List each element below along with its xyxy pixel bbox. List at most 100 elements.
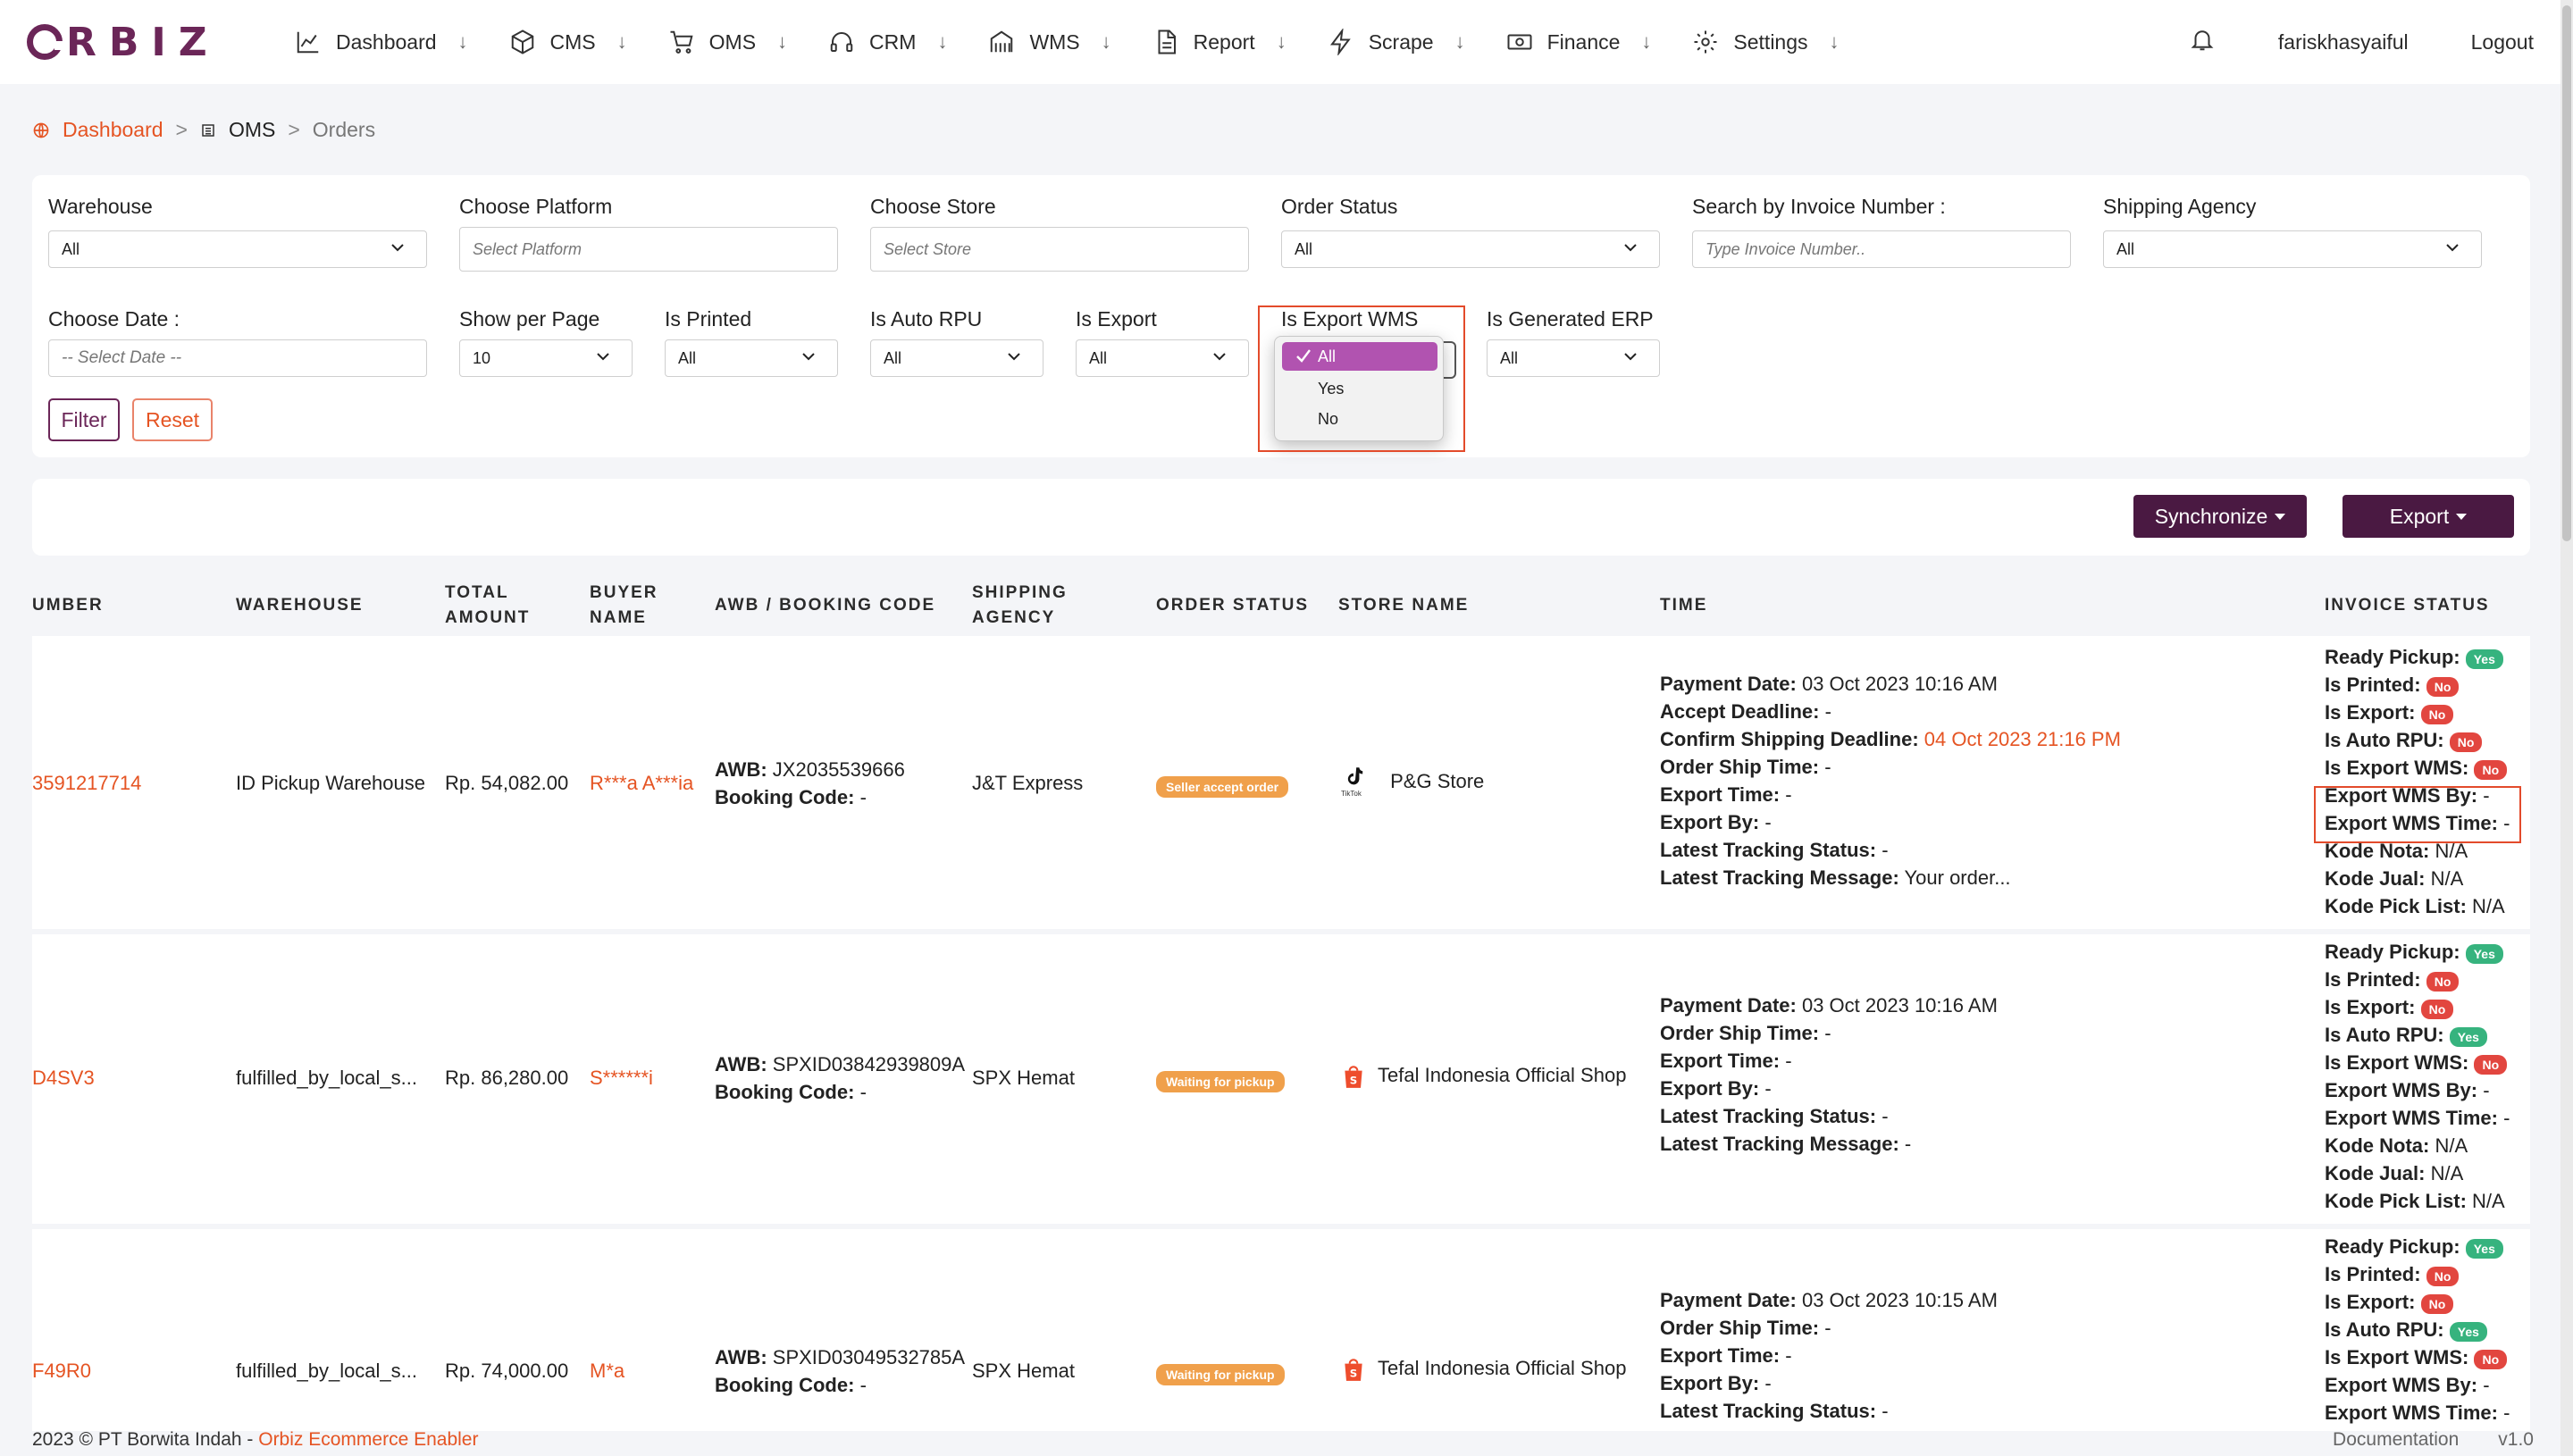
is-generated-erp-label: Is Generated ERP: [1487, 307, 1654, 331]
username[interactable]: fariskhasyaiful: [2278, 30, 2409, 54]
orbiz-logo[interactable]: RBIZ: [27, 20, 220, 65]
caret-down-icon: [2275, 513, 2286, 520]
order-status-label: Order Status: [1281, 195, 1398, 218]
total-amount-cell: Rp. 54,082.00: [445, 772, 569, 794]
awb-cell: AWB: SPXID03049532785A Booking Code: -: [715, 1346, 966, 1396]
is-generated-erp-select[interactable]: All: [1487, 339, 1660, 377]
nav-settings[interactable]: Settings ↓: [1692, 29, 1840, 55]
caret-down-icon: [2456, 513, 2468, 520]
col-buyer-name[interactable]: BUYER NAME: [590, 581, 658, 631]
nav-crm[interactable]: CRM ↓: [828, 29, 947, 55]
is-export-select[interactable]: All: [1076, 339, 1249, 377]
shipping-agency-cell: SPX Hemat: [972, 1360, 1075, 1382]
nav-report[interactable]: Report ↓: [1152, 29, 1286, 55]
logo-o-icon: [27, 24, 63, 60]
globe-icon: [33, 122, 49, 138]
buyer-name-cell[interactable]: R***a A***ia: [590, 772, 693, 795]
invoice-highlight-box: [2314, 786, 2521, 843]
buyer-name-cell[interactable]: S******i: [590, 1067, 653, 1090]
col-time[interactable]: TIME: [1660, 593, 1707, 618]
status-badge: Seller accept order: [1156, 774, 1289, 798]
breadcrumb: Dashboard > OMS > Orders: [32, 118, 375, 142]
per-page-select[interactable]: 10: [459, 339, 633, 377]
is-auto-rpu-select[interactable]: All: [870, 339, 1043, 377]
awb-cell: AWB: SPXID03842939809A Booking Code: -: [715, 1053, 966, 1103]
order-status-select[interactable]: All: [1281, 230, 1660, 268]
nav-finance[interactable]: Finance ↓: [1506, 29, 1651, 55]
box-icon: [511, 29, 533, 54]
store-label: Choose Store: [870, 195, 996, 218]
document-icon: [1158, 29, 1176, 54]
col-awb[interactable]: AWB / BOOKING CODE: [715, 593, 935, 618]
filter-button[interactable]: Filter: [48, 398, 120, 441]
is-printed-select[interactable]: All: [665, 339, 838, 377]
nav-cms[interactable]: CMS ↓: [509, 29, 627, 55]
chart-line-icon: [297, 31, 319, 54]
store-name-cell: S Tefal Indonesia Official Shop: [1342, 1063, 1626, 1090]
synchronize-button[interactable]: Synchronize: [2133, 495, 2307, 538]
breadcrumb-current: Orders: [312, 118, 376, 141]
time-cell: Payment Date: 03 Oct 2023 10:15 AM Order…: [1660, 1289, 1998, 1422]
row-divider: [32, 929, 2530, 934]
col-order-status[interactable]: ORDER STATUS: [1156, 593, 1309, 618]
breadcrumb-oms[interactable]: OMS: [229, 118, 275, 142]
footer-link[interactable]: Orbiz Ecommerce Enabler: [258, 1429, 478, 1450]
chevron-down-icon: [1213, 353, 1226, 361]
nav-dashboard[interactable]: Dashboard ↓: [295, 29, 468, 55]
tiktok-icon: TikTok: [1338, 765, 1370, 800]
date-input[interactable]: -- Select Date --: [48, 339, 427, 377]
nav-wms[interactable]: WMS ↓: [988, 29, 1111, 55]
nav-scrape[interactable]: Scrape ↓: [1328, 29, 1465, 55]
platform-select[interactable]: Select Platform: [459, 227, 838, 272]
awb-cell: AWB: JX2035539666 Booking Code: -: [715, 758, 905, 808]
nav-oms[interactable]: OMS ↓: [668, 29, 787, 55]
warehouse-select[interactable]: All: [48, 230, 427, 268]
chevron-down-icon: [391, 244, 404, 252]
chevron-down-icon: [597, 353, 609, 361]
col-invoice-status[interactable]: INVOICE STATUS: [2325, 593, 2490, 618]
chevron-down-icon: [2446, 244, 2459, 252]
col-store-name[interactable]: STORE NAME: [1338, 593, 1469, 618]
warehouse-cell: fulfilled_by_local_s...: [236, 1067, 418, 1089]
invoice-search-input[interactable]: Type Invoice Number..: [1692, 230, 2071, 268]
invoice-status-cell: Ready Pickup: Yes Is Printed: No Is Expo…: [2325, 941, 2510, 1212]
chevron-down-icon: [1624, 244, 1637, 252]
col-total-amount[interactable]: TOTAL AMOUNT: [445, 581, 530, 631]
list-icon: [202, 123, 214, 137]
logout-link[interactable]: Logout: [2471, 30, 2534, 54]
export-button[interactable]: Export: [2343, 495, 2514, 538]
is-auto-rpu-label: Is Auto RPU: [870, 307, 983, 331]
breadcrumb-dashboard[interactable]: Dashboard: [63, 118, 163, 142]
shipping-agency-select[interactable]: All: [2103, 230, 2482, 268]
chevron-down-icon: [1624, 353, 1637, 361]
scrollbar-thumb[interactable]: [2562, 5, 2571, 541]
col-warehouse[interactable]: WAREHOUSE: [236, 593, 364, 618]
total-amount-cell: Rp. 74,000.00: [445, 1360, 569, 1382]
buyer-name-cell[interactable]: M*a: [590, 1360, 624, 1383]
order-number[interactable]: 3591217714: [32, 772, 141, 795]
shopee-icon: S: [1345, 1359, 1362, 1381]
notification-bell-icon[interactable]: [2189, 26, 2216, 58]
chevron-down-icon: [802, 353, 815, 361]
status-badge: Waiting for pickup: [1156, 1068, 1285, 1092]
reset-button[interactable]: Reset: [132, 398, 213, 441]
store-name-cell: S Tefal Indonesia Official Shop: [1342, 1356, 1626, 1383]
orders-table: [32, 636, 2530, 1431]
svg-text:S: S: [1350, 1368, 1357, 1380]
gear-icon: [1694, 30, 1717, 54]
date-label: Choose Date :: [48, 307, 180, 331]
order-number[interactable]: D4SV3: [32, 1067, 95, 1090]
order-number[interactable]: F49R0: [32, 1360, 91, 1383]
shopee-icon: S: [1345, 1066, 1362, 1088]
platform-label: Choose Platform: [459, 195, 613, 218]
documentation-link[interactable]: Documentation: [2333, 1429, 2459, 1451]
store-select[interactable]: Select Store: [870, 227, 1249, 272]
page-scrollbar[interactable]: [2560, 0, 2573, 1456]
footer: 2023 © PT Borwita Indah - Orbiz Ecommerc…: [32, 1429, 479, 1450]
col-number[interactable]: UMBER: [32, 593, 104, 618]
row-divider: [32, 1224, 2530, 1229]
col-shipping-agency[interactable]: SHIPPING AGENCY: [972, 581, 1068, 631]
footer-right: Documentation v1.0: [2333, 1429, 2534, 1451]
warehouse-label: Warehouse: [48, 195, 153, 218]
invoice-status-cell: Ready Pickup: Yes Is Printed: No Is Expo…: [2325, 1235, 2510, 1424]
